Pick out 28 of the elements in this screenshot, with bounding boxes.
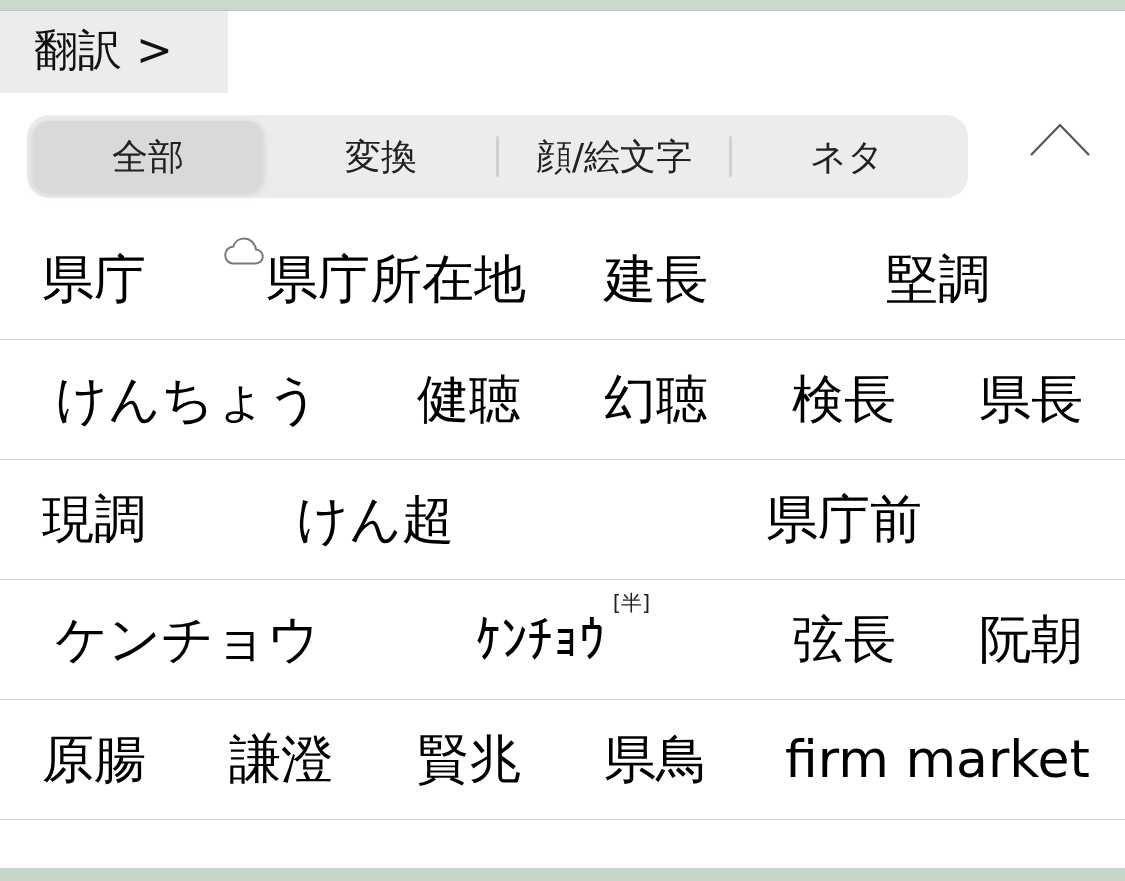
candidate-word[interactable]: 賢兆: [416, 729, 521, 790]
category-tab[interactable]: ネタ: [732, 121, 962, 192]
candidate-word[interactable]: ケンチョウ: [55, 609, 320, 670]
candidate-word[interactable]: けんちょう: [55, 369, 320, 430]
candidate-word[interactable]: ｹﾝﾁｮｳ [半]: [474, 592, 651, 670]
candidate-word[interactable]: 原腸: [41, 729, 146, 790]
candidate-word[interactable]: firm market: [785, 729, 1090, 790]
category-tab[interactable]: 変換: [266, 121, 496, 192]
candidate-word[interactable]: 堅調: [885, 249, 990, 310]
translate-button[interactable]: 翻訳 >: [0, 11, 228, 93]
candidate-word[interactable]: けん超: [296, 489, 454, 550]
candidate-word[interactable]: 県長: [979, 369, 1084, 430]
candidate-word[interactable]: 県庁前: [765, 489, 922, 550]
candidate-word[interactable]: 県庁: [41, 249, 146, 310]
candidate-word[interactable]: 幻聴: [604, 369, 709, 430]
category-tab[interactable]: 全部: [33, 121, 263, 192]
candidate-word[interactable]: 弦長: [791, 609, 896, 670]
candidate-word[interactable]: 阮朝: [979, 609, 1084, 670]
candidate-word[interactable]: 検長: [791, 369, 896, 430]
half-width-tag: [半]: [612, 592, 651, 614]
candidate-word[interactable]: 県鳥: [604, 729, 709, 790]
candidate-word[interactable]: 県庁所在地: [224, 236, 526, 310]
candidate-word[interactable]: 謙澄: [229, 729, 334, 790]
candidate-word[interactable]: 建長: [604, 249, 709, 310]
chevron-up-icon[interactable]: [1030, 123, 1090, 157]
candidate-word[interactable]: 健聴: [416, 369, 521, 430]
category-tab[interactable]: 顔/絵文字: [499, 121, 729, 192]
candidate-word[interactable]: 現調: [41, 489, 146, 550]
